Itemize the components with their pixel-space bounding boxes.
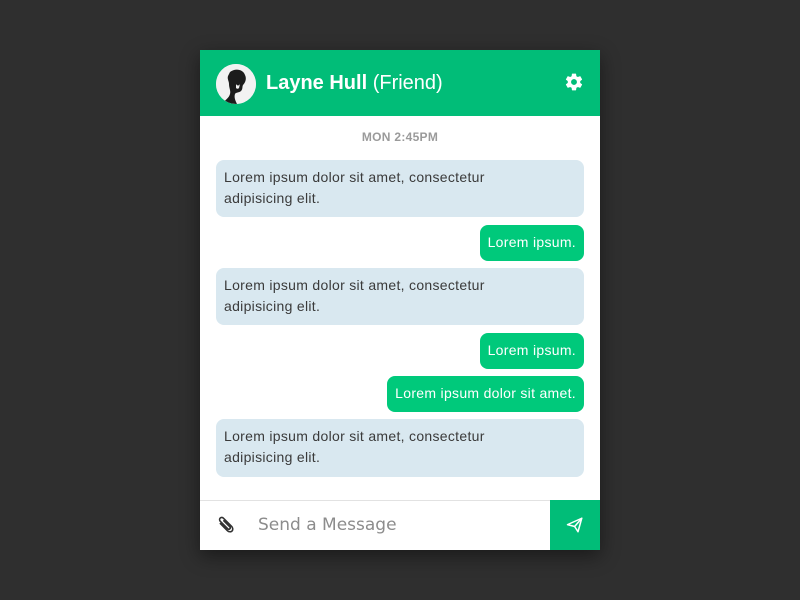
chat-window: Layne Hull (Friend) MON 2:45PM Lorem ips…	[200, 50, 600, 550]
send-button[interactable]	[550, 500, 600, 550]
message-text-line: Lorem ipsum dolor sit amet, consectetur	[224, 428, 485, 444]
message-text-line: Lorem ipsum dolor sit amet, consectetur	[224, 277, 485, 293]
message-timestamp: MON 2:45PM	[361, 130, 439, 144]
outgoing-message: Lorem ipsum.	[479, 225, 584, 261]
person-silhouette-icon	[216, 64, 256, 104]
message-text-line: adipisicing elit.	[224, 449, 321, 465]
incoming-message: Lorem ipsum dolor sit amet, consectetur …	[216, 160, 584, 217]
incoming-message: Lorem ipsum dolor sit amet, consectetur …	[216, 419, 584, 477]
message-input[interactable]	[258, 509, 538, 541]
message-text-line: adipisicing elit.	[224, 298, 321, 314]
outgoing-message: Lorem ipsum dolor sit amet.	[387, 376, 584, 412]
message-text-line: Lorem ipsum dolor sit amet, consectetur	[224, 169, 485, 185]
gear-icon[interactable]	[564, 72, 584, 92]
outgoing-message: Lorem ipsum.	[479, 333, 584, 369]
paper-plane-icon	[566, 517, 583, 533]
chat-title: Layne Hull (Friend)	[266, 71, 443, 95]
message-text-line: adipisicing elit.	[224, 190, 321, 206]
message-composer	[200, 500, 600, 550]
incoming-message: Lorem ipsum dolor sit amet, consectetur …	[216, 268, 584, 325]
contact-name: Layne Hull	[266, 72, 368, 94]
avatar[interactable]	[216, 64, 256, 104]
contact-relation: (Friend)	[372, 72, 443, 94]
paperclip-icon[interactable]	[214, 513, 238, 537]
chat-header: Layne Hull (Friend)	[200, 50, 600, 116]
